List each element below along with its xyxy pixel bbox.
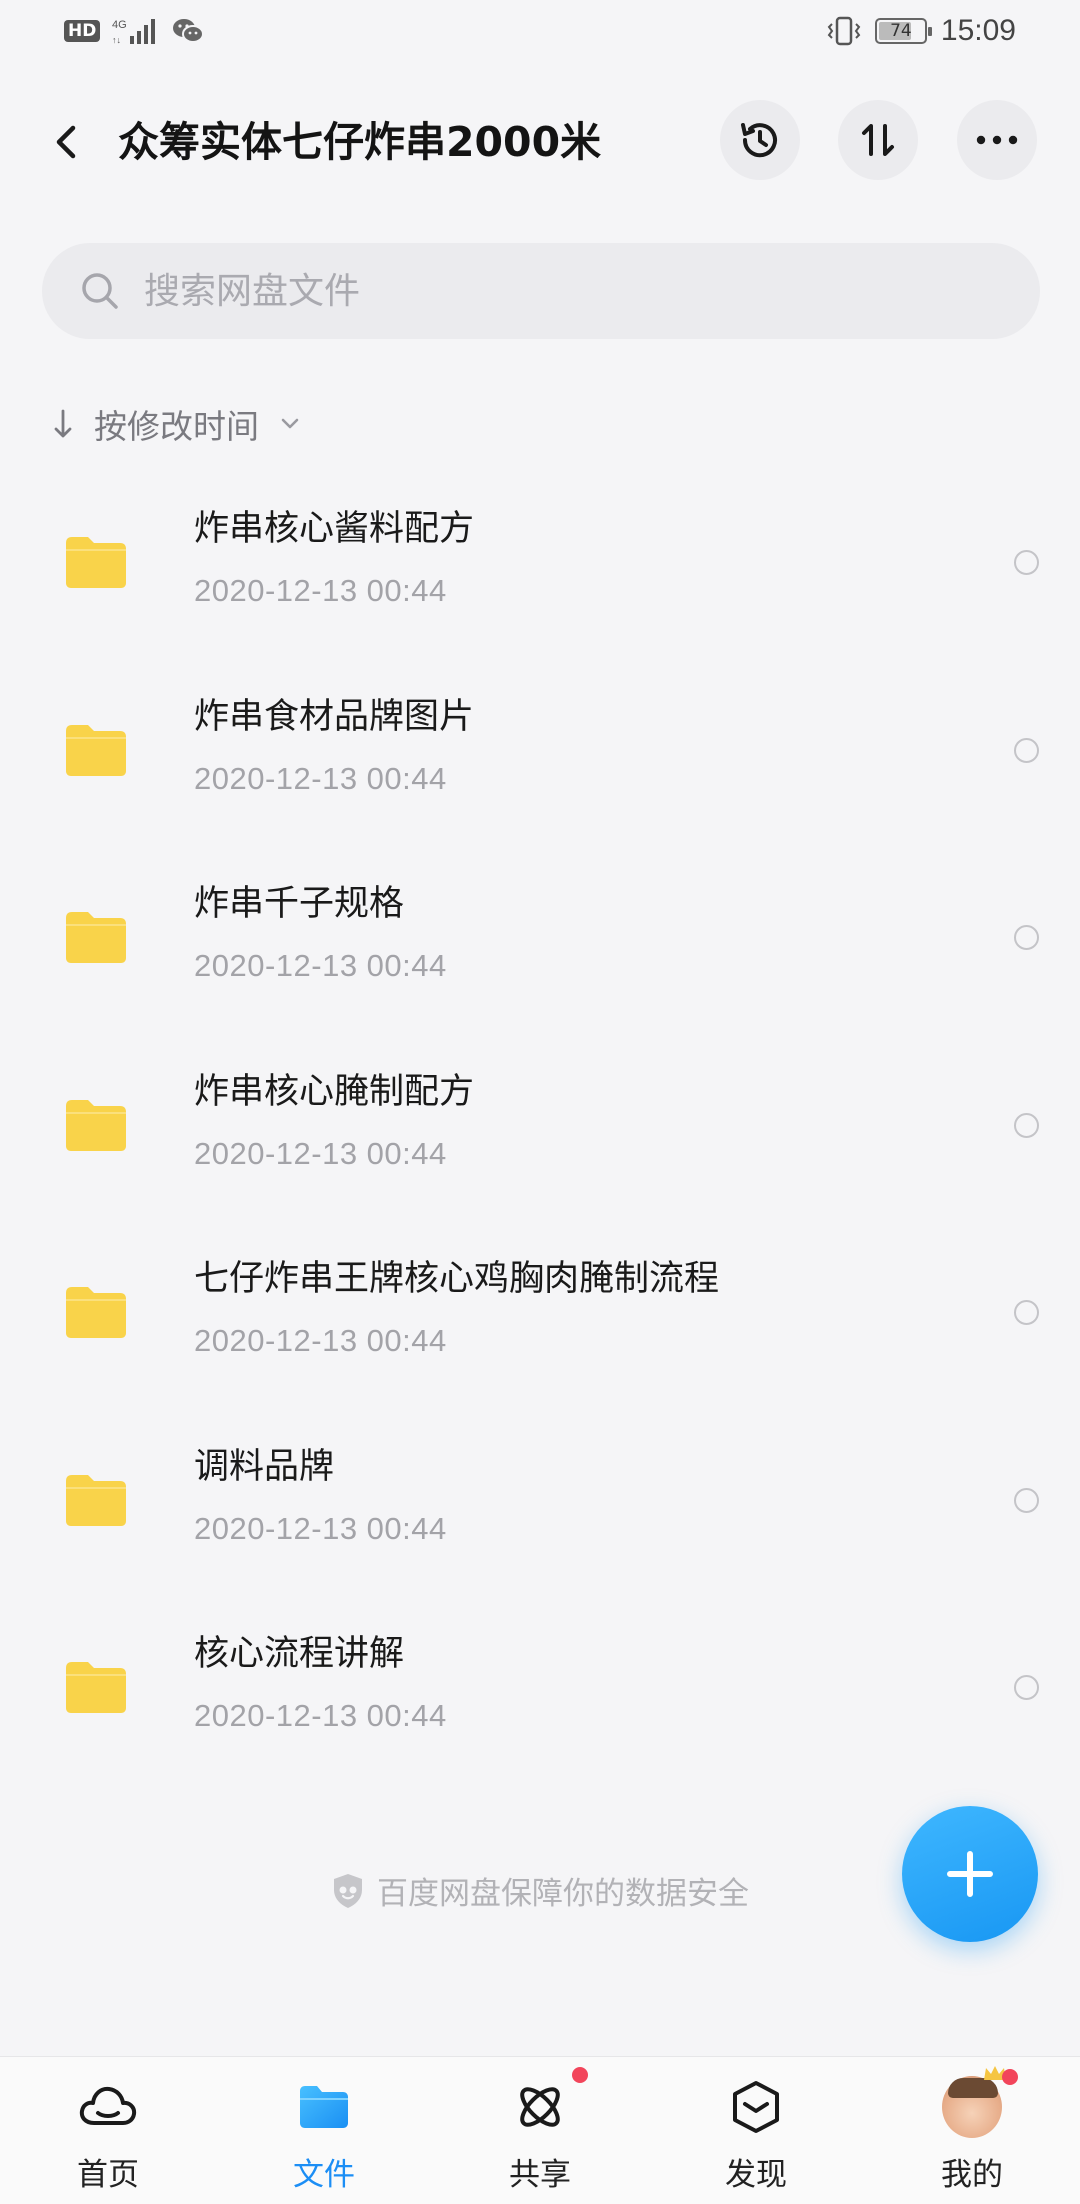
- shield-icon: [334, 1873, 362, 1908]
- nav-label-discover: 发现: [725, 2157, 787, 2193]
- nav-item-profile[interactable]: 我的: [864, 2057, 1080, 2204]
- battery-level: 74: [890, 21, 912, 41]
- sort-selector[interactable]: 按修改时间: [52, 400, 301, 448]
- file-date: 2020-12-13 00:44: [194, 760, 447, 796]
- cube-icon: [733, 2081, 779, 2133]
- folder-icon: [66, 724, 126, 776]
- file-name: 炸串千子规格: [194, 884, 405, 924]
- history-icon: [741, 123, 777, 158]
- nav-item-files[interactable]: 文件: [216, 2057, 432, 2204]
- transfer-button[interactable]: [838, 100, 918, 180]
- file-date: 2020-12-13 00:44: [194, 573, 447, 608]
- nav-label-share: 共享: [509, 2157, 571, 2193]
- select-checkbox[interactable]: [1014, 550, 1039, 575]
- profile-badge-dot: [1002, 2069, 1018, 2085]
- file-row[interactable]: 炸串核心腌制配方 2020-12-13 00:44: [0, 1040, 1080, 1228]
- select-checkbox[interactable]: [1014, 1112, 1039, 1138]
- status-bar-left: HD 4G ↑↓: [64, 16, 205, 46]
- file-name: 炸串食材品牌图片: [194, 696, 475, 737]
- folder-icon: [66, 1662, 126, 1713]
- back-button[interactable]: [38, 114, 94, 170]
- chevron-down-icon: [281, 418, 299, 429]
- file-row[interactable]: 调料品牌 2020-12-13 00:44: [0, 1415, 1080, 1603]
- file-row[interactable]: 核心流程讲解 2020-12-13 00:44: [0, 1602, 1080, 1790]
- file-date: 2020-12-13 00:44: [194, 1698, 447, 1733]
- up-down-arrows-icon: [862, 124, 894, 156]
- file-row[interactable]: 七仔炸串王牌核心鸡胸肉腌制流程 2020-12-13 00:44: [0, 1227, 1080, 1415]
- security-note-text: 百度网盘保障你的数据安全: [377, 1876, 749, 1912]
- clock: 15:09: [940, 14, 1016, 47]
- search-input[interactable]: [144, 270, 944, 312]
- chevron-left-icon: [56, 125, 76, 159]
- file-browser-screen: HD 4G ↑↓ 74 15:09 众筹实体七仔炸串2000米 搜索网盘文件 按…: [0, 0, 1080, 2204]
- cloud-icon: [79, 2086, 137, 2125]
- nav-item-discover[interactable]: 发现: [648, 2057, 864, 2204]
- avatar: [942, 2066, 1006, 2138]
- status-bar-right: 74 15:09: [827, 14, 1016, 48]
- svg-text:4G: 4G: [112, 19, 127, 31]
- page-title: 众筹实体七仔炸串2000米: [118, 118, 602, 166]
- folder-icon: [66, 537, 126, 588]
- select-checkbox[interactable]: [1014, 1300, 1039, 1325]
- arrow-down-icon: [54, 409, 72, 438]
- bottom-nav: 首页 文件 共享 发现 我的: [0, 2056, 1080, 2204]
- folder-icon: [66, 1099, 126, 1151]
- file-row[interactable]: 炸串千子规格 2020-12-13 00:44: [0, 852, 1080, 1040]
- more-horizontal-icon: [976, 135, 1018, 145]
- folder-icon: [300, 2086, 348, 2128]
- hd-indicator: HD: [64, 20, 101, 42]
- search-icon: [82, 273, 118, 309]
- select-checkbox[interactable]: [1014, 925, 1039, 950]
- file-list: 炸串核心酱料配方 2020-12-13 00:44 炸串食材品牌图片 2020-12-…: [0, 477, 1080, 1790]
- cellular-signal-icon: 4G ↑↓: [112, 19, 156, 45]
- select-checkbox[interactable]: [1014, 1487, 1039, 1513]
- file-row[interactable]: 炸串食材品牌图片 2020-12-13 00:44: [0, 665, 1080, 853]
- wechat-icon: [173, 19, 205, 43]
- folder-icon: [66, 1287, 126, 1338]
- status-bar: HD 4G ↑↓ 74 15:09: [0, 0, 1080, 64]
- more-button[interactable]: [957, 100, 1037, 180]
- battery-icon: 74: [874, 18, 932, 44]
- file-name: 七仔炸串王牌核心鸡胸肉腌制流程: [194, 1259, 720, 1299]
- folder-icon: [66, 912, 126, 963]
- add-button[interactable]: [902, 1806, 1038, 1942]
- atom-icon: [520, 2087, 560, 2127]
- nav-label-files: 文件: [293, 2157, 355, 2193]
- file-date: 2020-12-13 00:44: [194, 1323, 447, 1358]
- history-button[interactable]: [720, 100, 800, 180]
- plus-icon: [947, 1851, 993, 1897]
- sort-label: 按修改时间: [94, 407, 259, 446]
- file-name: 炸串核心酱料配方: [194, 509, 475, 549]
- file-name: 核心流程讲解: [194, 1634, 405, 1674]
- file-name: 调料品牌: [194, 1446, 335, 1487]
- file-date: 2020-12-13 00:44: [194, 1135, 447, 1171]
- file-date: 2020-12-13 00:44: [194, 948, 447, 983]
- file-date: 2020-12-13 00:44: [194, 1510, 447, 1546]
- header: 众筹实体七仔炸串2000米: [0, 100, 1080, 182]
- vibrate-icon: [827, 16, 861, 46]
- folder-icon: [66, 1474, 126, 1526]
- file-name: 炸串核心腌制配方: [194, 1071, 475, 1112]
- search-bar[interactable]: [42, 243, 1040, 339]
- nav-label-profile: 我的: [941, 2157, 1003, 2193]
- nav-label-home: 首页: [77, 2157, 139, 2193]
- select-checkbox[interactable]: [1014, 737, 1039, 763]
- nav-item-share[interactable]: 共享: [432, 2057, 648, 2204]
- nav-item-home[interactable]: 首页: [0, 2057, 216, 2204]
- file-row[interactable]: 炸串核心酱料配方 2020-12-13 00:44: [0, 477, 1080, 665]
- select-checkbox[interactable]: [1014, 1675, 1039, 1700]
- share-badge-dot: [572, 2067, 588, 2083]
- svg-text:↑↓: ↑↓: [112, 35, 121, 45]
